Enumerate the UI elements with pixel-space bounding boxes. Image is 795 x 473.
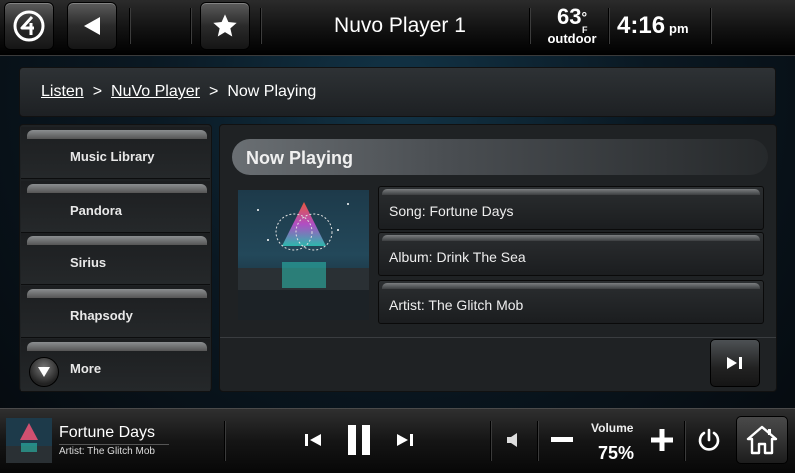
chevron-down-icon bbox=[29, 357, 59, 387]
breadcrumb-current: Now Playing bbox=[227, 83, 317, 100]
item-tab bbox=[27, 342, 207, 351]
song-text: Song: Fortune Days bbox=[389, 203, 514, 219]
previous-track-button[interactable] bbox=[300, 425, 326, 455]
sidebar-item-music-library[interactable]: Music Library bbox=[21, 127, 210, 179]
bottom-separator bbox=[224, 421, 226, 461]
volume-label: Volume bbox=[591, 421, 634, 435]
bottom-bar: Fortune Days Artist: The Glitch Mob Volu… bbox=[0, 408, 795, 473]
sidebar-item-label: Pandora bbox=[70, 203, 123, 218]
mini-album-art[interactable] bbox=[6, 418, 52, 463]
next-track-button[interactable] bbox=[392, 425, 418, 455]
play-next-button[interactable] bbox=[710, 339, 760, 387]
clock-ampm: pm bbox=[669, 21, 689, 36]
clock-time: 4:16 bbox=[617, 12, 666, 39]
row-tab bbox=[382, 235, 760, 241]
breadcrumb: Listen > NuVo Player > Now Playing bbox=[41, 83, 316, 101]
sidebar-item-pandora[interactable]: Pandora bbox=[21, 181, 210, 233]
artist-text: Artist: The Glitch Mob bbox=[389, 297, 524, 313]
breadcrumb-listen-link[interactable]: Listen bbox=[41, 83, 84, 100]
bottom-separator bbox=[537, 421, 539, 461]
album-text: Album: Drink The Sea bbox=[389, 249, 526, 265]
panel-divider bbox=[220, 337, 776, 338]
breadcrumb-separator: > bbox=[92, 83, 103, 100]
play-next-icon bbox=[727, 357, 742, 369]
top-separator bbox=[129, 8, 131, 44]
row-tab bbox=[382, 283, 760, 289]
song-info-row: Song: Fortune Days bbox=[378, 186, 764, 230]
bottom-separator bbox=[490, 421, 492, 461]
app-logo-button[interactable] bbox=[4, 2, 54, 50]
album-info-row: Album: Drink The Sea bbox=[378, 232, 764, 276]
temperature-value: 63 bbox=[556, 4, 582, 29]
row-tab bbox=[382, 189, 760, 195]
power-button[interactable] bbox=[694, 425, 724, 455]
favorite-button[interactable] bbox=[200, 2, 250, 50]
sidebar-item-label: Music Library bbox=[70, 149, 155, 164]
speaker-icon bbox=[507, 433, 517, 447]
volume-down-button[interactable] bbox=[548, 425, 576, 455]
item-tab bbox=[27, 130, 207, 139]
temperature: 63° bbox=[537, 6, 607, 28]
item-tab bbox=[27, 236, 207, 245]
item-tab bbox=[27, 184, 207, 193]
sidebar-item-sirius[interactable]: Sirius bbox=[21, 233, 210, 285]
mute-button[interactable] bbox=[500, 425, 528, 455]
top-separator bbox=[710, 8, 712, 44]
sidebar-item-label: More bbox=[70, 361, 102, 376]
breadcrumb-nuvo-player-link[interactable]: NuVo Player bbox=[111, 83, 200, 100]
sidebar-item-label: Sirius bbox=[70, 255, 107, 270]
app-logo-icon bbox=[13, 10, 45, 42]
degree-symbol: ° bbox=[581, 9, 588, 25]
pause-icon bbox=[348, 425, 370, 455]
source-sidebar: Music Library Pandora Sirius Rhapsody Mo… bbox=[19, 124, 212, 392]
breadcrumb-panel: Listen > NuVo Player > Now Playing bbox=[19, 67, 776, 117]
page-title: Nuvo Player 1 bbox=[334, 14, 466, 37]
top-bar: Nuvo Player 1 63° F outdoor 4:16 pm bbox=[0, 0, 795, 56]
album-art bbox=[238, 190, 369, 320]
sidebar-item-label: Rhapsody bbox=[70, 308, 133, 323]
home-button[interactable] bbox=[736, 416, 788, 464]
top-separator bbox=[608, 8, 610, 44]
artist-info-row: Artist: The Glitch Mob bbox=[378, 280, 764, 324]
mini-song-title: Fortune Days bbox=[59, 424, 156, 441]
now-playing-panel: Now Playing Song: Fortune Days Album: Dr… bbox=[219, 124, 777, 392]
top-separator bbox=[190, 8, 192, 44]
now-playing-header: Now Playing bbox=[232, 139, 768, 175]
bottom-separator bbox=[684, 421, 686, 461]
temperature-unit: F bbox=[582, 25, 588, 35]
plus-icon bbox=[651, 429, 673, 451]
item-tab bbox=[27, 289, 207, 298]
minus-icon bbox=[551, 437, 573, 442]
weather-widget: 63° F outdoor bbox=[537, 6, 607, 47]
volume-value: 75% bbox=[598, 443, 635, 463]
power-icon bbox=[698, 428, 720, 451]
home-icon bbox=[746, 425, 778, 455]
top-separator bbox=[260, 8, 262, 44]
breadcrumb-separator: > bbox=[208, 83, 219, 100]
now-playing-title: Now Playing bbox=[246, 148, 354, 168]
sidebar-item-rhapsody[interactable]: Rhapsody bbox=[21, 286, 210, 338]
back-arrow-icon bbox=[84, 17, 100, 35]
clock: 4:16 pm bbox=[617, 12, 689, 40]
next-track-icon bbox=[397, 434, 413, 446]
mini-artist: Artist: The Glitch Mob bbox=[59, 444, 169, 457]
sidebar-item-more[interactable]: More bbox=[21, 339, 210, 391]
pause-button[interactable] bbox=[343, 423, 375, 457]
star-icon bbox=[213, 14, 237, 37]
previous-track-icon bbox=[305, 434, 321, 446]
top-separator bbox=[529, 8, 531, 44]
back-button[interactable] bbox=[67, 2, 117, 50]
weather-label: outdoor bbox=[547, 31, 597, 46]
volume-up-button[interactable] bbox=[648, 425, 676, 455]
